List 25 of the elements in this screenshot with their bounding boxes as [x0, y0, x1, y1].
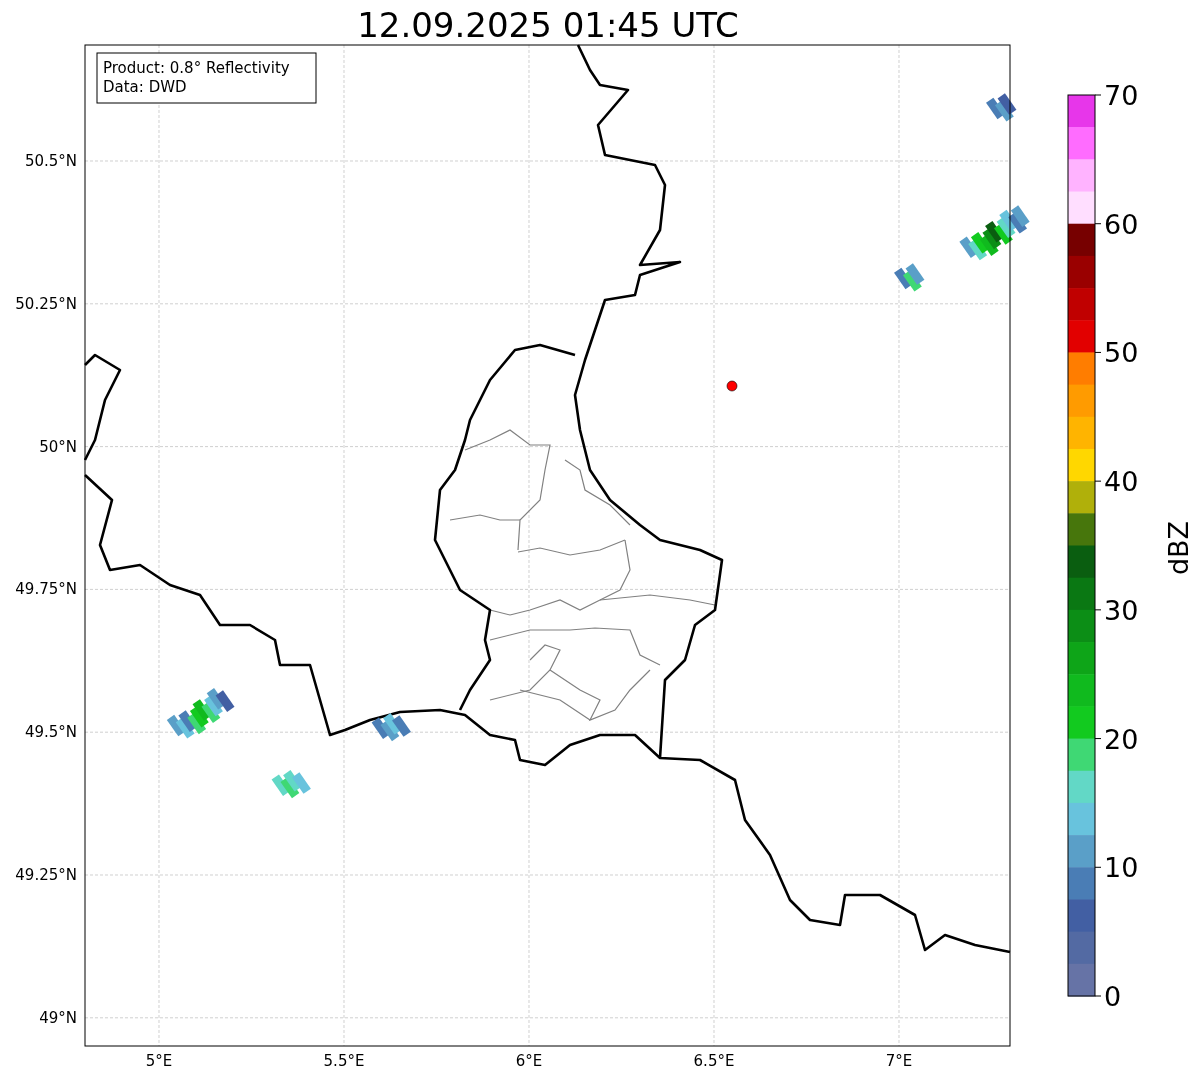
colorbar-tick-label: 30 [1104, 594, 1139, 626]
longitude-label: 6°E [515, 1052, 543, 1070]
info-text: Data: DWD [103, 78, 187, 96]
latitude-label: 50°N [39, 437, 77, 456]
colorbar-tick-label: 20 [1104, 723, 1139, 755]
latitude-label: 49.75°N [15, 580, 77, 599]
chart-title: 12.09.2025 01:45 UTC [357, 5, 739, 45]
colorbar-tick-label: 50 [1104, 337, 1139, 369]
longitude-label: 5.5°E [323, 1052, 365, 1070]
colorbar-tick-label: 70 [1104, 80, 1139, 111]
latitude-label: 49°N [39, 1008, 77, 1027]
longitude-label: 6.5°E [693, 1052, 735, 1070]
longitude-label: 7°E [885, 1052, 913, 1070]
colorbar-tick-label: 0 [1104, 981, 1122, 1012]
info-text: Product: 0.8° Reflectivity [103, 59, 290, 77]
latitude-label: 49.25°N [15, 866, 77, 884]
colorbar-tick-label: 60 [1104, 208, 1139, 240]
latitude-label: 49.5°N [24, 723, 77, 742]
longitude-label: 5°E [145, 1052, 173, 1070]
colorbar-tick-label: 40 [1104, 466, 1139, 498]
latitude-label: 50.25°N [15, 294, 77, 313]
colorbar-tick-label: 10 [1104, 852, 1139, 884]
location-marker [726, 380, 738, 392]
colorbar-label: dBZ [1163, 520, 1194, 576]
latitude-label: 50.5°N [24, 152, 77, 170]
